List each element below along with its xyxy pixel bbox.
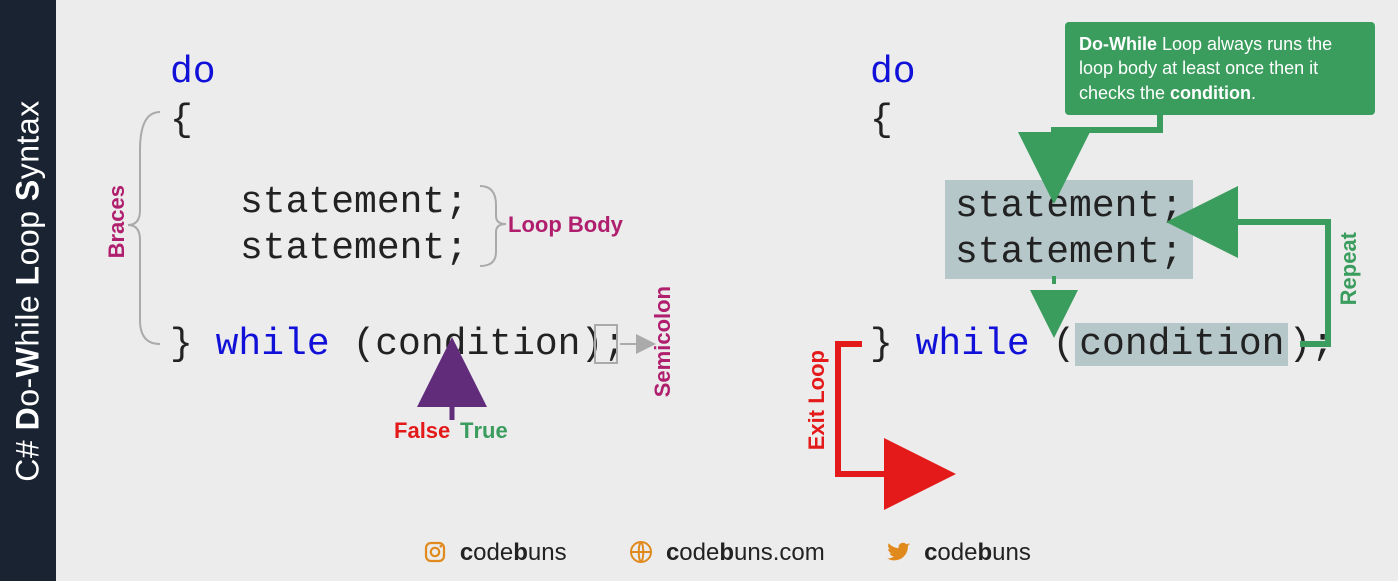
semicolon-highlight-box (594, 324, 618, 364)
twitter-icon (887, 540, 911, 564)
true-label: True (460, 418, 508, 444)
website-link[interactable]: codebuns.com (629, 539, 824, 567)
loop-body-label: Loop Body (508, 212, 623, 238)
left-statement-2: statement; (240, 226, 468, 272)
left-do-keyword: do (170, 50, 216, 96)
instagram-link[interactable]: codebuns (423, 539, 566, 567)
braces-label: Braces (104, 185, 130, 258)
right-statements-block: statement; statement; (945, 180, 1193, 279)
sidebar: C# Do-While Loop Syntax (0, 0, 56, 581)
globe-icon (629, 540, 653, 564)
repeat-label: Repeat (1336, 232, 1362, 305)
left-open-brace: { (170, 98, 193, 144)
sidebar-title: C# Do-While Loop Syntax (10, 100, 47, 481)
footer-socials: codebuns codebuns.com codebuns (56, 539, 1398, 567)
twitter-link[interactable]: codebuns (887, 539, 1030, 567)
instagram-icon (423, 540, 447, 564)
right-while-line: } while (condition); (870, 322, 1334, 368)
right-do-keyword: do (870, 50, 916, 96)
exit-loop-label: Exit Loop (804, 350, 830, 450)
semicolon-label: Semicolon (650, 286, 676, 397)
left-while-line: } while (condition); (170, 322, 626, 368)
left-statement-1: statement; (240, 180, 468, 226)
false-label: False (394, 418, 450, 444)
info-tooltip: Do-While Loop always runs the loop body … (1065, 22, 1375, 115)
right-open-brace: { (870, 98, 893, 144)
